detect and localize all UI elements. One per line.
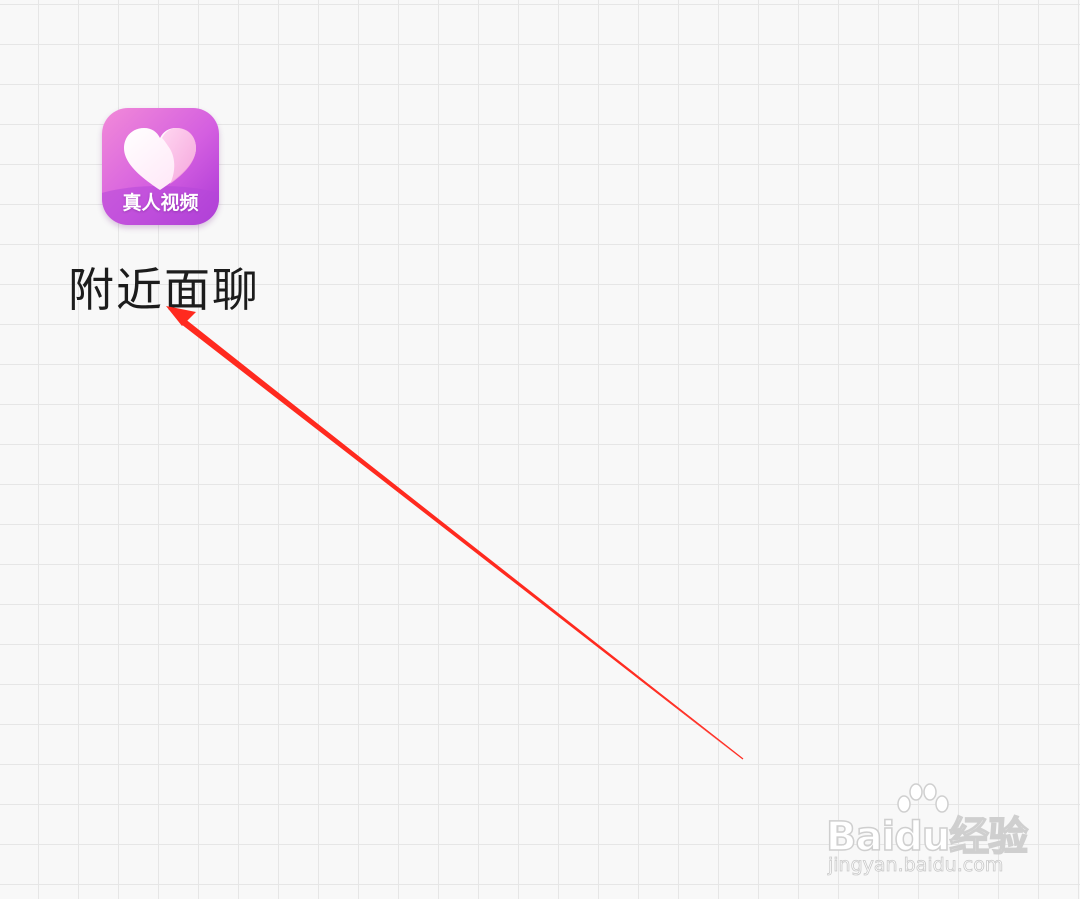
app-icon-caption: 真人视频 xyxy=(122,192,199,214)
watermark-url: jingyan.baidu.com xyxy=(828,854,1004,877)
baidu-watermark: Baidu经验 jingyan.baidu.com xyxy=(825,782,1029,882)
app-label[interactable]: 附近面聊 xyxy=(68,254,260,320)
app-icon-nearby-chat[interactable]: 真人视频 xyxy=(102,108,219,225)
